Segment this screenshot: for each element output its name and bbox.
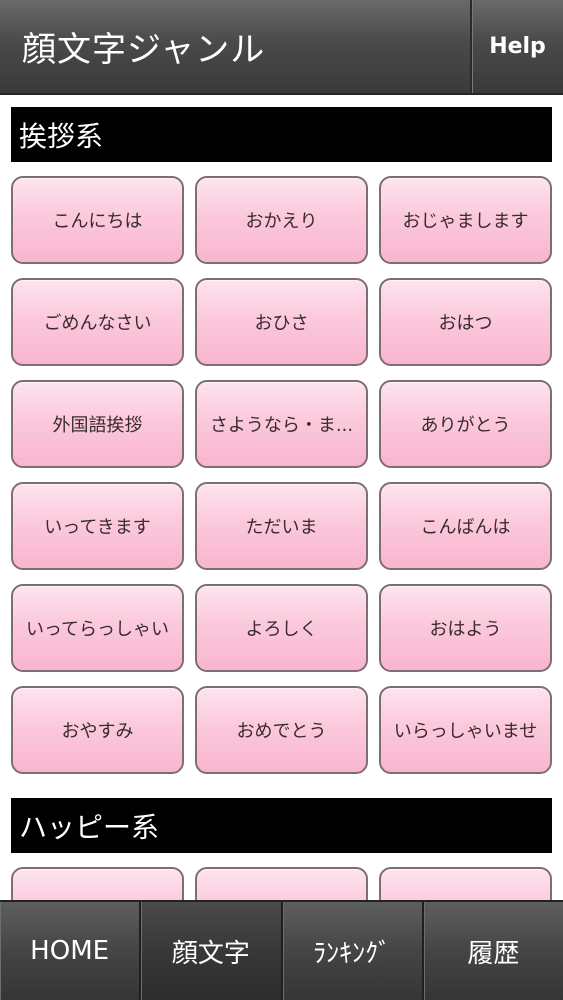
tab-history[interactable]: 履歴 bbox=[423, 902, 563, 1000]
genre-button[interactable]: いってきます bbox=[11, 482, 184, 570]
section-header-greetings: 挨拶系 bbox=[11, 107, 552, 162]
genre-button[interactable]: いってらっしゃい bbox=[11, 584, 184, 672]
genre-button[interactable]: おはつ bbox=[379, 278, 552, 366]
genre-button[interactable] bbox=[195, 867, 368, 900]
genre-button[interactable]: ありがとう bbox=[379, 380, 552, 468]
genre-button[interactable]: さようなら・ま... bbox=[195, 380, 368, 468]
genre-button[interactable]: こんばんは bbox=[379, 482, 552, 570]
help-button[interactable]: Help bbox=[470, 0, 563, 93]
genre-button[interactable]: ただいま bbox=[195, 482, 368, 570]
genre-button[interactable]: おやすみ bbox=[11, 686, 184, 774]
genre-button[interactable]: こんにちは bbox=[11, 176, 184, 264]
genre-button[interactable] bbox=[11, 867, 184, 900]
section-header-happy: ハッピー系 bbox=[11, 798, 552, 853]
happy-button-grid bbox=[11, 867, 552, 900]
genre-button[interactable]: おじゃまします bbox=[379, 176, 552, 264]
genre-button[interactable]: おめでとう bbox=[195, 686, 368, 774]
genre-button[interactable]: おはよう bbox=[379, 584, 552, 672]
genre-button[interactable] bbox=[379, 867, 552, 900]
greetings-button-grid: こんにちは おかえり おじゃまします ごめんなさい おひさ おはつ 外国語挨拶 … bbox=[11, 176, 552, 774]
tab-kaomoji[interactable]: 顔文字 bbox=[141, 902, 283, 1000]
tab-home[interactable]: HOME bbox=[0, 902, 142, 1000]
tab-ranking[interactable]: ﾗﾝｷﾝｸﾞ bbox=[282, 902, 424, 1000]
genre-list[interactable]: 挨拶系 こんにちは おかえり おじゃまします ごめんなさい おひさ おはつ 外国… bbox=[0, 97, 563, 900]
bottom-nav: HOME 顔文字 ﾗﾝｷﾝｸﾞ 履歴 bbox=[0, 900, 563, 1000]
genre-button[interactable]: よろしく bbox=[195, 584, 368, 672]
genre-button[interactable]: おひさ bbox=[195, 278, 368, 366]
genre-button[interactable]: 外国語挨拶 bbox=[11, 380, 184, 468]
title-bar: 顔文字ジャンル Help bbox=[0, 0, 563, 95]
genre-button[interactable]: ごめんなさい bbox=[11, 278, 184, 366]
page-title: 顔文字ジャンル bbox=[22, 30, 266, 70]
genre-button[interactable]: おかえり bbox=[195, 176, 368, 264]
genre-button[interactable]: いらっしゃいませ bbox=[379, 686, 552, 774]
